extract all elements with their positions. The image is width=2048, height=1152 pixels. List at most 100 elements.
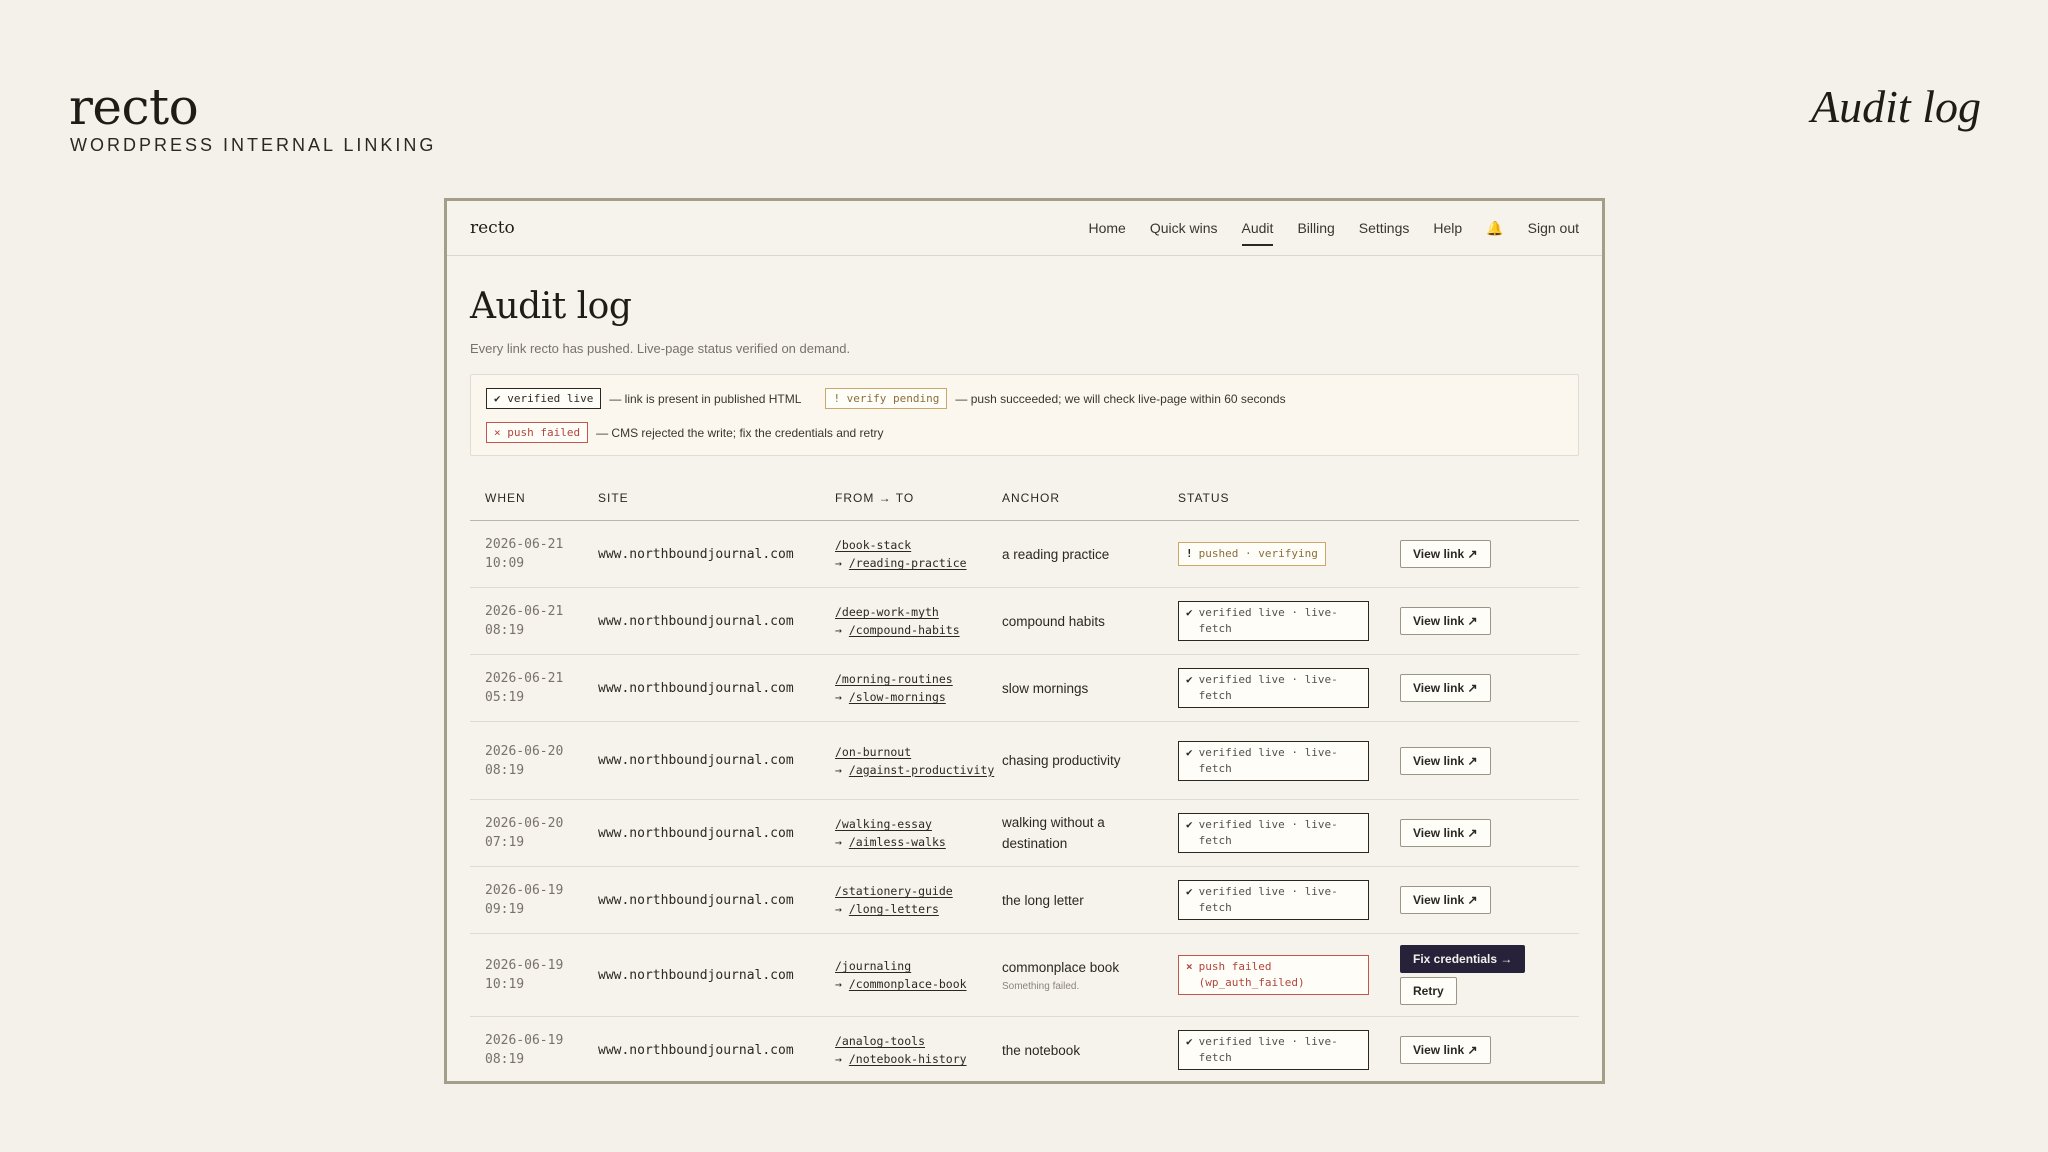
header-status: STATUS bbox=[1178, 491, 1230, 505]
from-link[interactable]: /morning-routines bbox=[835, 672, 953, 686]
status-mark-icon: × bbox=[1186, 960, 1193, 973]
row-date: 2026-06-20 bbox=[485, 816, 564, 831]
cell-site: www.northboundjournal.com bbox=[598, 967, 794, 983]
status-text: verified live · live-fetch bbox=[1198, 818, 1338, 847]
cell-site: www.northboundjournal.com bbox=[598, 680, 794, 696]
to-link[interactable]: /against-productivity bbox=[849, 763, 994, 777]
anchor-text: a reading practice bbox=[1002, 546, 1110, 562]
view-link-button[interactable]: View link ↗ bbox=[1400, 886, 1491, 914]
cell-action: View link ↗ bbox=[1400, 746, 1579, 775]
legend-pending-desc: — push succeeded; we will check live-pag… bbox=[955, 391, 1286, 406]
view-link-button[interactable]: View link ↗ bbox=[1400, 819, 1491, 847]
view-link-button[interactable]: View link ↗ bbox=[1400, 746, 1491, 775]
anchor-text: chasing productivity bbox=[1002, 753, 1121, 768]
sign-out-link[interactable]: Sign out bbox=[1528, 216, 1579, 240]
from-link[interactable]: /stationery-guide bbox=[835, 884, 953, 898]
cell-when: 2026-06-19 09:19 bbox=[470, 881, 598, 919]
bell-icon[interactable]: 🔔 bbox=[1486, 220, 1503, 237]
fix-credentials-button[interactable]: Fix credentials → bbox=[1400, 945, 1526, 973]
from-link[interactable]: /on-burnout bbox=[835, 745, 911, 759]
table-row: 2026-06-19 09:19 www.northboundjournal.c… bbox=[470, 867, 1579, 934]
status-badge: × push failed (wp_auth_failed) bbox=[1178, 955, 1369, 995]
anchor-note: Something failed. bbox=[1002, 980, 1080, 992]
cell-status: ✔ verified live · live-fetch bbox=[1178, 1030, 1400, 1070]
from-link[interactable]: /book-stack bbox=[835, 538, 911, 552]
cell-site: www.northboundjournal.com bbox=[598, 1042, 794, 1058]
status-text: push failed (wp_auth_failed) bbox=[1198, 960, 1305, 989]
cell-anchor: chasing productivity bbox=[1002, 750, 1178, 771]
app-logo[interactable]: recto bbox=[470, 218, 515, 238]
to-link[interactable]: /compound-habits bbox=[849, 623, 960, 637]
cell-status: ! pushed · verifying bbox=[1178, 542, 1400, 566]
anchor-text: the long letter bbox=[1002, 892, 1084, 908]
cell-site: www.northboundjournal.com bbox=[598, 825, 794, 841]
to-link[interactable]: /notebook-history bbox=[849, 1052, 967, 1066]
cell-action: View link ↗ bbox=[1400, 540, 1579, 568]
row-time: 08:19 bbox=[485, 1052, 525, 1067]
table-header: WHEN SITE FROM → TO ANCHOR STATUS bbox=[470, 491, 1579, 521]
view-link-button[interactable]: View link ↗ bbox=[1400, 540, 1491, 568]
status-text: verified live · live-fetch bbox=[1198, 673, 1338, 702]
to-link[interactable]: /long-letters bbox=[849, 902, 939, 916]
view-link-button[interactable]: View link ↗ bbox=[1400, 674, 1491, 702]
table-row: 2026-06-20 08:19 www.northboundjournal.c… bbox=[470, 722, 1579, 800]
cell-status: ✔ verified live · live-fetch bbox=[1178, 813, 1400, 853]
status-badge: ✔ verified live · live-fetch bbox=[1178, 740, 1369, 781]
from-link[interactable]: /analog-tools bbox=[835, 1034, 925, 1048]
cell-fromto: /analog-tools → /notebook-history bbox=[835, 1034, 967, 1066]
from-link[interactable]: /walking-essay bbox=[835, 817, 932, 831]
from-link[interactable]: /deep-work-myth bbox=[835, 605, 939, 619]
cell-fromto: /stationery-guide → /long-letters bbox=[835, 884, 953, 916]
cell-when: 2026-06-21 08:19 bbox=[470, 602, 598, 640]
to-link[interactable]: /aimless-walks bbox=[849, 835, 946, 849]
status-badge: ✔ verified live · live-fetch bbox=[1178, 813, 1369, 853]
table-row: 2026-06-21 08:19 www.northboundjournal.c… bbox=[470, 588, 1579, 655]
status-text: verified live · live-fetch bbox=[1198, 606, 1338, 635]
nav-audit[interactable]: Audit bbox=[1241, 216, 1273, 246]
cell-action: View link ↗ bbox=[1400, 607, 1579, 635]
row-date: 2026-06-20 bbox=[485, 743, 564, 759]
cell-status: ✔ verified live · live-fetch bbox=[1178, 740, 1400, 781]
page-subtitle: Every link recto has pushed. Live-page s… bbox=[470, 341, 851, 356]
legend-failed-desc: — CMS rejected the write; fix the creden… bbox=[596, 425, 884, 440]
cell-anchor: slow mornings bbox=[1002, 678, 1178, 699]
page-title: Audit log bbox=[470, 286, 632, 327]
cell-fromto: /morning-routines → /slow-mornings bbox=[835, 672, 953, 704]
nav-home[interactable]: Home bbox=[1088, 216, 1125, 240]
from-link[interactable]: /journaling bbox=[835, 959, 911, 973]
status-mark-icon: ✔ bbox=[1186, 606, 1193, 619]
table-row: 2026-06-21 10:09 www.northboundjournal.c… bbox=[470, 521, 1579, 588]
table-row: 2026-06-21 05:19 www.northboundjournal.c… bbox=[470, 655, 1579, 722]
row-time: 10:09 bbox=[485, 556, 525, 571]
cell-site: www.northboundjournal.com bbox=[598, 892, 794, 908]
anchor-text: the notebook bbox=[1002, 1042, 1081, 1058]
cell-fromto: /book-stack → /reading-practice bbox=[835, 538, 967, 570]
retry-button[interactable]: Retry bbox=[1400, 977, 1457, 1005]
view-link-button[interactable]: View link ↗ bbox=[1400, 1036, 1491, 1064]
table-row: 2026-06-20 07:19 www.northboundjournal.c… bbox=[470, 800, 1579, 867]
brand-title: recto bbox=[69, 78, 199, 136]
cell-site: www.northboundjournal.com bbox=[598, 546, 794, 562]
nav-settings[interactable]: Settings bbox=[1359, 216, 1410, 240]
nav-quick-wins[interactable]: Quick wins bbox=[1150, 216, 1218, 240]
corner-title: Audit log bbox=[1811, 81, 1981, 132]
row-date: 2026-06-19 bbox=[485, 883, 564, 898]
status-mark-icon: ! bbox=[1186, 547, 1193, 560]
cell-action: View link ↗ bbox=[1400, 819, 1579, 847]
to-link[interactable]: /commonplace-book bbox=[849, 977, 967, 991]
view-link-button[interactable]: View link ↗ bbox=[1400, 607, 1491, 635]
to-link[interactable]: /reading-practice bbox=[849, 556, 967, 570]
nav-billing[interactable]: Billing bbox=[1297, 216, 1334, 240]
status-badge: ✔ verified live · live-fetch bbox=[1178, 880, 1369, 920]
brand-tagline: WORDPRESS INTERNAL LINKING bbox=[70, 135, 437, 155]
cell-action: View link ↗ bbox=[1400, 886, 1579, 914]
table-row: 2026-06-19 08:19 www.northboundjournal.c… bbox=[470, 1017, 1579, 1081]
cell-anchor: the notebook bbox=[1002, 1040, 1178, 1061]
row-date: 2026-06-19 bbox=[485, 958, 564, 973]
status-badge: ✔ verified live · live-fetch bbox=[1178, 1030, 1369, 1070]
legend-failed-badge: × push failed bbox=[486, 422, 589, 443]
legend-pending-badge: ! verify pending bbox=[825, 388, 948, 409]
to-link[interactable]: /slow-mornings bbox=[849, 690, 946, 704]
status-text: verified live · live-fetch bbox=[1198, 885, 1338, 914]
nav-help[interactable]: Help bbox=[1433, 216, 1462, 240]
